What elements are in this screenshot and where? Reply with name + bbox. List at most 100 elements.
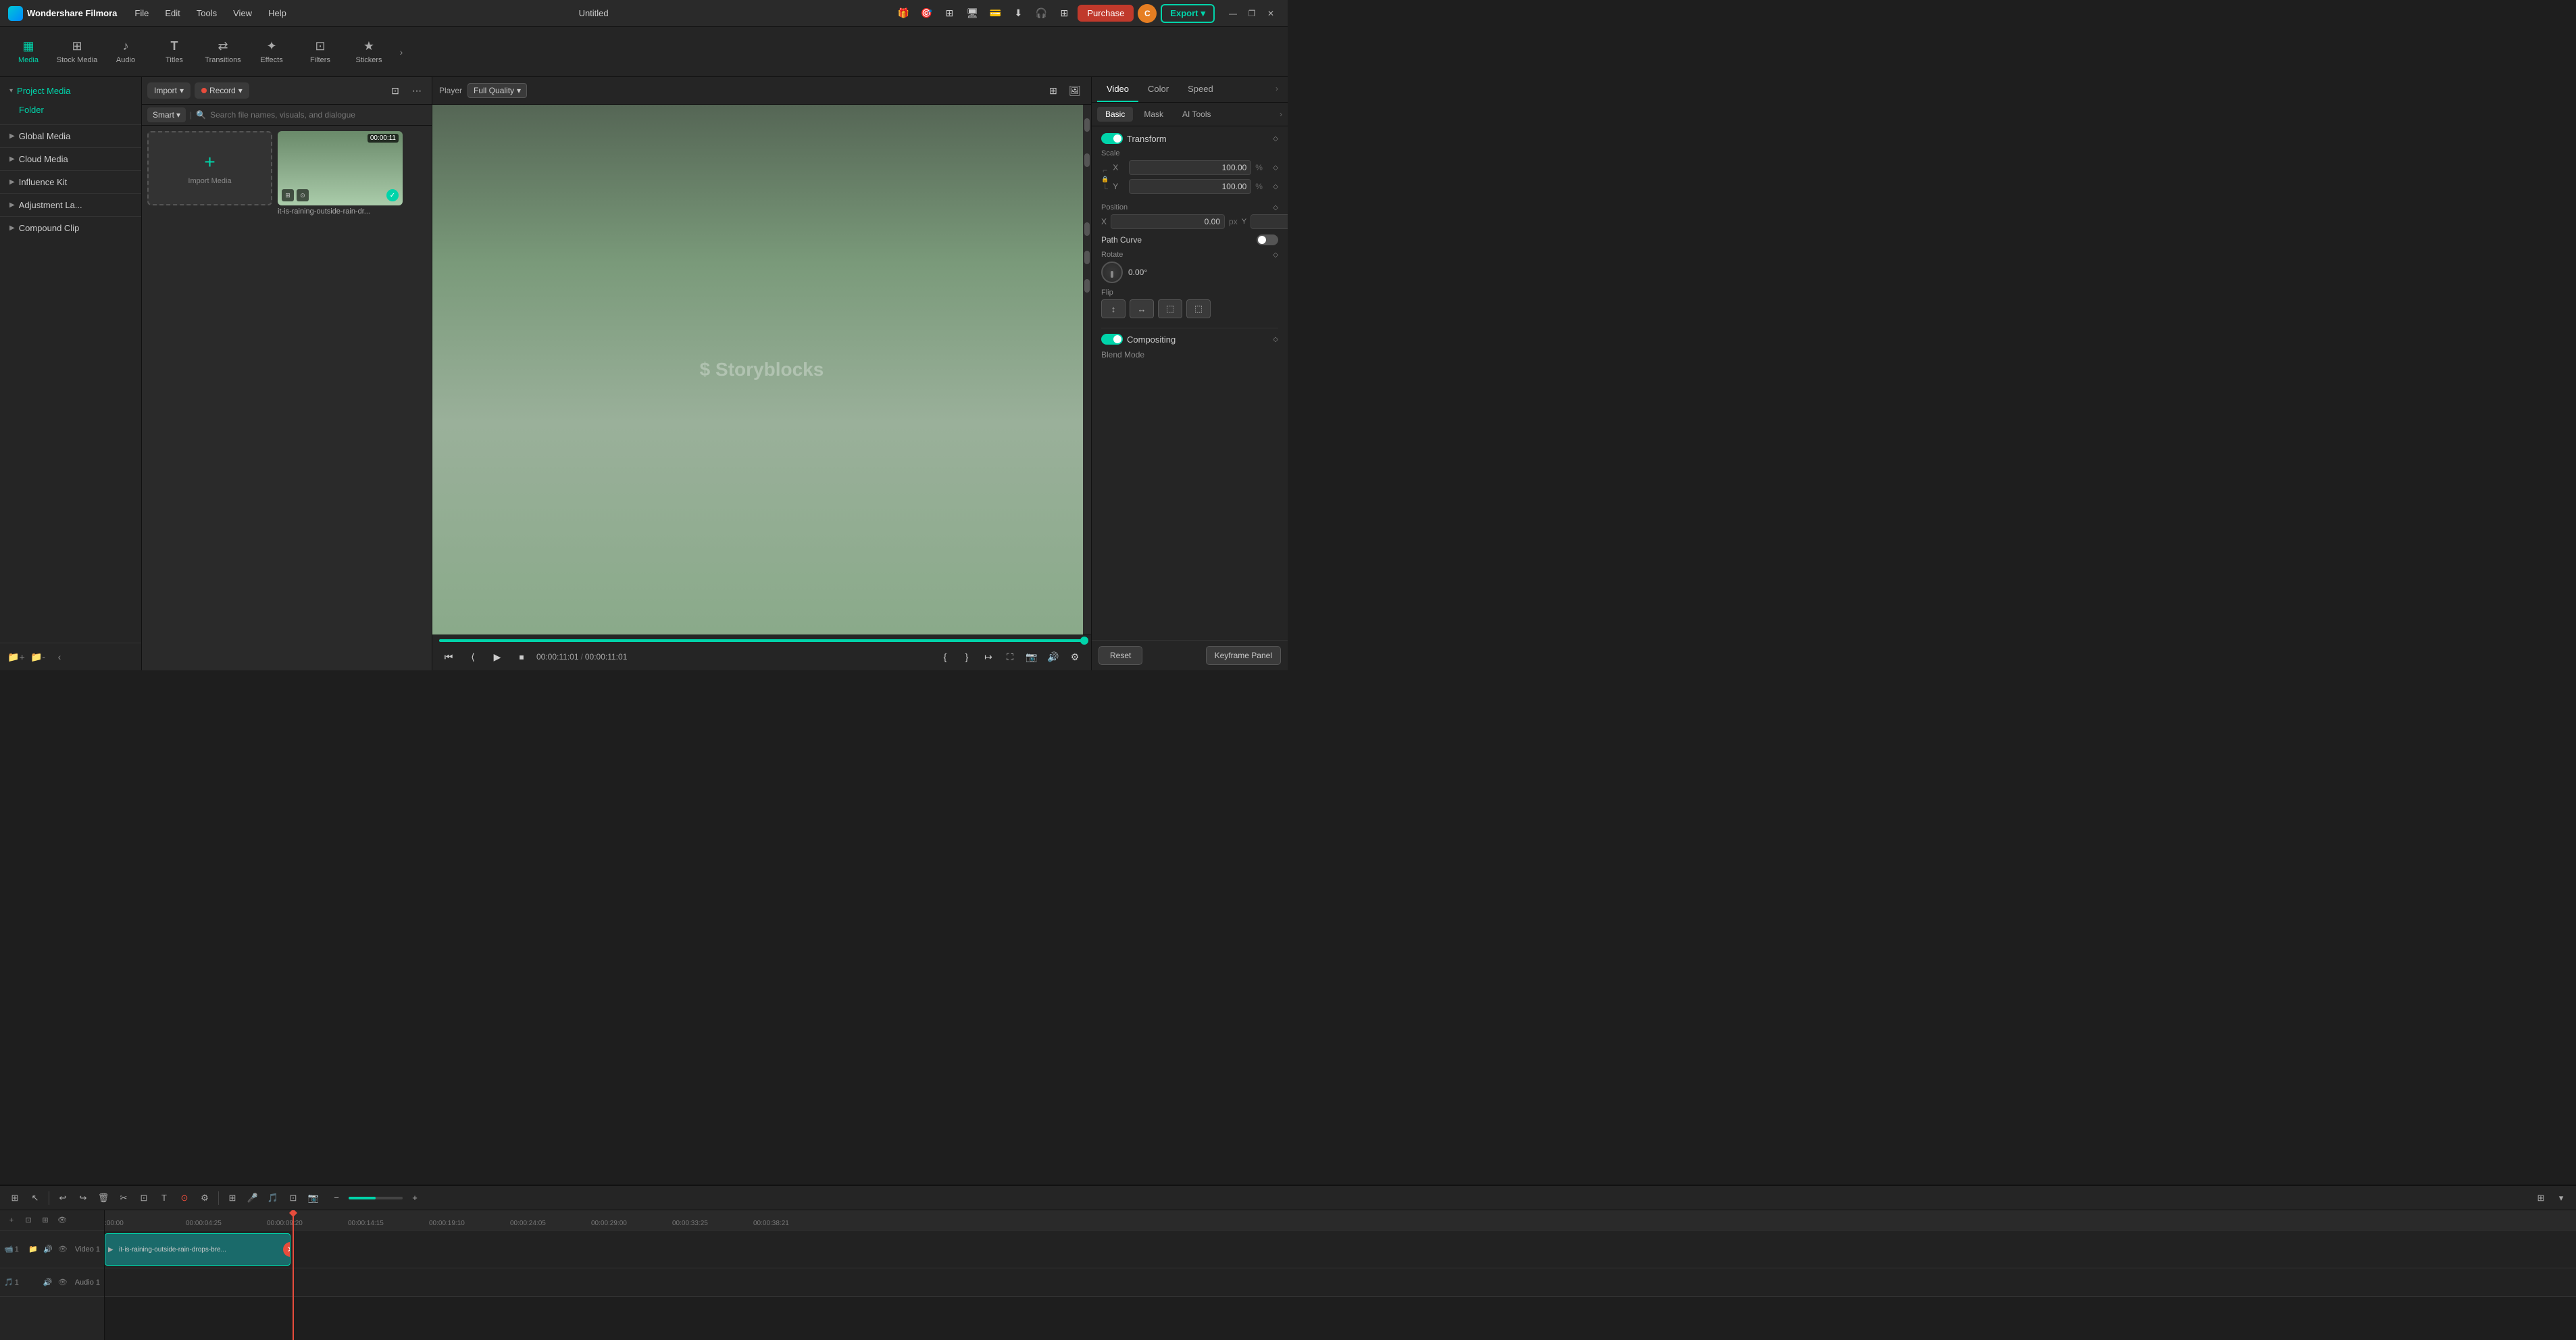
tab-media[interactable]: ▦ Media — [5, 30, 51, 74]
flip-horizontal-button[interactable]: ↔ — [1130, 299, 1154, 318]
audio-track-eye[interactable]: 👁 — [56, 1276, 70, 1289]
sidebar-item-compound-clip[interactable]: ▶ Compound Clip — [0, 218, 141, 238]
headphone-icon[interactable]: 🎧 — [1032, 4, 1051, 23]
menu-file[interactable]: File — [128, 5, 155, 21]
tl-undo-btn[interactable]: ↩ — [53, 1189, 72, 1208]
keyframe-panel-button[interactable]: Keyframe Panel — [1206, 646, 1281, 665]
tab-transitions[interactable]: ⇄ Transitions — [200, 30, 246, 74]
add-folder-button[interactable]: 📁+ — [7, 647, 26, 666]
sidebar-folder-btn[interactable]: Folder — [0, 101, 141, 119]
tl-pip-btn[interactable]: ⊡ — [284, 1189, 303, 1208]
delete-folder-button[interactable]: 📁- — [28, 647, 47, 666]
grid-view-icon[interactable]: ⊞ — [1044, 81, 1063, 100]
sub-tab-more-arrow[interactable]: › — [1280, 109, 1282, 119]
compositing-toggle[interactable] — [1101, 334, 1123, 345]
zoom-in-btn[interactable]: + — [405, 1189, 424, 1208]
flip-btn-3[interactable]: ⬚ — [1158, 299, 1182, 318]
tab-color[interactable]: Color — [1138, 77, 1178, 102]
thumb-camera-icon[interactable]: ⊙ — [297, 189, 309, 201]
thumb-grid-icon[interactable]: ⊞ — [282, 189, 294, 201]
tl-settings-btn[interactable]: ⚙ — [195, 1189, 214, 1208]
flip-vertical-button[interactable]: ↕ — [1101, 299, 1126, 318]
clip-end-button[interactable]: ✕ — [283, 1242, 291, 1257]
sidebar-item-project-media[interactable]: ▾ Project Media — [0, 81, 141, 101]
tl-scene-btn[interactable]: ⊞ — [223, 1189, 242, 1208]
tl-cut-btn[interactable]: ✂ — [114, 1189, 133, 1208]
monitor-icon[interactable]: 🖥 — [963, 4, 982, 23]
video-track-eye[interactable]: 👁 — [56, 1243, 70, 1256]
eye-icon[interactable]: 👁 — [55, 1213, 70, 1228]
tl-layout-btn[interactable]: ⊞ — [2531, 1189, 2550, 1208]
download-icon[interactable]: ⬇ — [1009, 4, 1028, 23]
search-input[interactable] — [210, 110, 426, 120]
close-button[interactable]: ✕ — [1262, 5, 1280, 22]
apps-icon[interactable]: ⊞ — [1055, 4, 1074, 23]
scale-y-input[interactable]: 100.00 — [1129, 179, 1251, 194]
tab-titles[interactable]: T Titles — [151, 30, 197, 74]
snapshot-button[interactable]: 📷 — [1022, 647, 1041, 666]
rotate-keyframe[interactable]: ◇ — [1273, 251, 1278, 259]
reset-button[interactable]: Reset — [1098, 646, 1142, 665]
quality-select[interactable]: Full Quality ▾ — [468, 83, 527, 98]
tl-crop-btn[interactable]: ⊡ — [134, 1189, 153, 1208]
track-settings-btn[interactable]: ⊞ — [38, 1213, 53, 1228]
scale-y-keyframe[interactable]: ◇ — [1273, 183, 1278, 191]
duplicate-track-btn[interactable]: ⊡ — [21, 1213, 36, 1228]
import-button[interactable]: Import ▾ — [147, 82, 191, 99]
volume-button[interactable]: 🔊 — [1044, 647, 1063, 666]
tab-stickers[interactable]: ★ Stickers — [346, 30, 392, 74]
sub-tab-mask[interactable]: Mask — [1136, 107, 1171, 122]
path-curve-switch[interactable] — [1257, 234, 1278, 245]
tl-music-btn[interactable]: 🎵 — [263, 1189, 282, 1208]
sub-tab-basic[interactable]: Basic — [1097, 107, 1133, 122]
audio-track-volume[interactable]: 🔊 — [41, 1276, 55, 1289]
tab-more-arrow[interactable]: › — [1271, 77, 1282, 102]
path-curve-toggle[interactable] — [1257, 234, 1278, 245]
position-keyframe[interactable]: ◇ — [1273, 204, 1278, 212]
media-thumb-rain[interactable]: 00:00:11 ⊞ ⊙ ✓ it-is-raining-outside-rai… — [278, 131, 403, 216]
frame-back-button[interactable]: ⟨ — [463, 647, 482, 666]
gift-icon[interactable]: 🎁 — [894, 4, 913, 23]
purchase-button[interactable]: Purchase — [1078, 5, 1134, 22]
menu-edit[interactable]: Edit — [158, 5, 186, 21]
target-icon[interactable]: 🎯 — [917, 4, 936, 23]
export-button[interactable]: Export ▾ — [1161, 4, 1215, 23]
add-track-btn[interactable]: + — [4, 1213, 19, 1228]
sidebar-item-influence-kit[interactable]: ▶ Influence Kit — [0, 172, 141, 192]
progress-handle[interactable] — [1080, 637, 1088, 645]
tl-grid-btn[interactable]: ⊞ — [5, 1189, 24, 1208]
transform-keyframe-icon[interactable]: ◇ — [1273, 135, 1278, 143]
skip-back-button[interactable]: ⏮ — [439, 647, 458, 666]
tl-delete-btn[interactable]: 🗑 — [94, 1189, 113, 1208]
fullscreen-button[interactable]: ⛶ — [1001, 647, 1019, 666]
scale-x-keyframe[interactable]: ◇ — [1273, 164, 1278, 172]
mark-in-button[interactable]: { — [936, 647, 955, 666]
import-placeholder[interactable]: + Import Media — [147, 131, 272, 205]
compositing-keyframe[interactable]: ◇ — [1273, 336, 1278, 343]
progress-bar[interactable] — [439, 639, 1084, 642]
more-options-icon[interactable]: ⋯ — [407, 81, 426, 100]
mark-out-button[interactable]: } — [957, 647, 976, 666]
scale-x-input[interactable]: 100.00 — [1129, 160, 1251, 175]
tl-record-btn[interactable]: ⊙ — [175, 1189, 194, 1208]
maximize-button[interactable]: ❐ — [1243, 5, 1261, 22]
play-button[interactable]: ▶ — [488, 647, 507, 666]
tab-stock-media[interactable]: ⊞ Stock Media — [54, 30, 100, 74]
grid-icon[interactable]: ⊞ — [940, 4, 959, 23]
transform-toggle[interactable] — [1101, 133, 1123, 144]
playhead[interactable] — [293, 1210, 294, 1340]
insert-button[interactable]: ↦ — [979, 647, 998, 666]
tab-speed[interactable]: Speed — [1178, 77, 1223, 102]
video-clip-rain[interactable]: ▶ it-is-raining-outside-rain-drops-bre..… — [105, 1233, 291, 1266]
menu-view[interactable]: View — [226, 5, 259, 21]
rotate-dial[interactable] — [1101, 262, 1123, 283]
settings-button[interactable]: ⚙ — [1065, 647, 1084, 666]
preview-scrollbar-vertical[interactable] — [1083, 105, 1091, 635]
tl-more-btn[interactable]: ▾ — [2552, 1189, 2571, 1208]
zoom-out-btn[interactable]: − — [327, 1189, 346, 1208]
image-view-icon[interactable]: 🖼 — [1065, 81, 1084, 100]
pos-y-input[interactable]: 0.00 — [1251, 214, 1288, 229]
video-track-folder[interactable]: 📁 — [26, 1243, 40, 1256]
filter-icon[interactable]: ⊡ — [386, 81, 405, 100]
avatar[interactable]: C — [1138, 4, 1157, 23]
